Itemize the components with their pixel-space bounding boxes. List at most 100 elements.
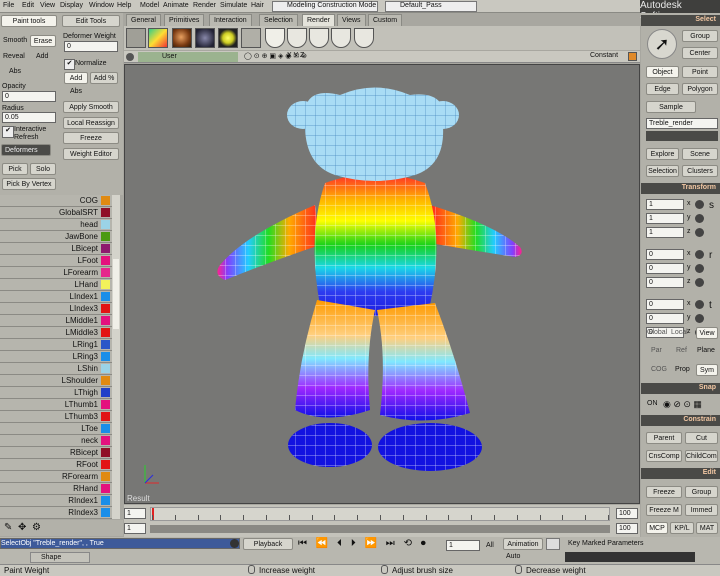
abs-label[interactable]: Abs [9,68,21,75]
transform-lock-icon[interactable] [695,278,704,287]
solo-button[interactable]: Solo [30,163,56,175]
deformer-list-item[interactable]: COG [0,195,120,207]
transform-axis-label[interactable]: z [687,278,691,285]
transform-value-field[interactable]: 1 [646,199,684,210]
deformer-list-item[interactable]: RBicept [0,447,120,459]
deformer-color-swatch[interactable] [101,376,110,385]
deformer-list-item[interactable]: RForearm [0,471,120,483]
render-region-icon[interactable] [126,28,146,48]
paint-tools-tab[interactable]: Paint tools [1,15,57,27]
prop-toggle[interactable]: Prop [675,366,690,373]
clusters-button[interactable]: Clusters [682,165,718,177]
transform-value-field[interactable]: 0 [646,263,684,274]
shader-4-icon[interactable] [331,28,351,48]
scene-button[interactable]: Scene [682,148,718,160]
transform-axis-label[interactable]: y [687,214,691,221]
deformer-color-swatch[interactable] [101,460,110,469]
animation-button[interactable]: Animation [503,538,543,550]
command-line[interactable]: SelectObj "Treble_render", , True [0,538,240,549]
snap-on-toggle[interactable]: ON [647,400,658,407]
tab-views[interactable]: Views [337,14,366,26]
tab-custom[interactable]: Custom [368,14,403,26]
group-button[interactable]: Group [682,30,718,42]
edge-button[interactable]: Edge [646,83,679,95]
deformer-list-item[interactable]: JawBone [0,231,120,243]
deformer-color-swatch[interactable] [101,292,110,301]
parent-button[interactable]: Parent [646,432,682,444]
deformer-list-item[interactable]: LMiddle1 [0,315,120,327]
render-tree-icon[interactable] [195,28,215,48]
light-icon[interactable] [218,28,238,48]
menu-edit[interactable]: Edit [22,2,34,9]
transform-axis-label[interactable]: x [687,200,691,207]
selection-button[interactable]: Selection [646,165,679,177]
erase-button[interactable]: Erase [30,35,56,47]
object-button[interactable]: Object [646,66,679,78]
deformer-list-item[interactable]: RHand [0,483,120,495]
cnscomp-button[interactable]: CnsComp [646,450,682,462]
deformer-list-item[interactable]: LShoulder [0,375,120,387]
key-icon[interactable] [546,538,560,550]
transform-lock-icon[interactable] [695,250,704,259]
local-toggle[interactable]: Local [671,329,688,336]
keyable-field[interactable] [565,552,695,562]
selected-object-field[interactable]: Treble_render [646,118,718,129]
transform-lock-icon[interactable] [695,228,704,237]
deformer-list-item[interactable]: LFoot [0,255,120,267]
menu-hair[interactable]: Hair [251,2,264,9]
transform-value-field[interactable]: 0 [646,277,684,288]
deformer-list-item[interactable]: LMiddle3 [0,327,120,339]
transform-lock-icon[interactable] [695,314,704,323]
camera-selector[interactable]: User [138,52,238,62]
deformer-color-swatch[interactable] [101,244,110,253]
cut-button[interactable]: Cut [685,432,718,444]
shader-1-icon[interactable] [265,28,285,48]
deformer-color-swatch[interactable] [101,424,110,433]
command-history-icon[interactable] [230,539,239,548]
deformer-list-item[interactable]: LShin [0,363,120,375]
deformer-list-item[interactable]: LBicept [0,243,120,255]
transport-controls[interactable]: ⏮ ⏪ ⏴ ⏵ ⏩ ⏭ ⟲ ⏺ [298,538,429,549]
range-start-field[interactable]: 1 [124,523,146,534]
deformer-list-item[interactable]: LThumb1 [0,399,120,411]
add-percent-button[interactable]: Add % [90,72,118,84]
deformer-color-swatch[interactable] [101,220,110,229]
transform-value-field[interactable]: 0 [646,313,684,324]
deformer-color-swatch[interactable] [101,340,110,349]
paint-brush-icon[interactable]: ✎ [4,522,12,533]
cog-toggle[interactable]: COG [651,366,667,373]
shading-mode[interactable]: Constant [590,52,618,59]
add-label[interactable]: Add [36,53,48,60]
transform-mode-label[interactable]: r [709,250,712,261]
transform-lock-icon[interactable] [695,214,704,223]
range-end-field[interactable]: 100 [616,523,638,534]
menu-animate[interactable]: Animate [163,2,189,9]
deformer-color-swatch[interactable] [101,400,110,409]
mat-tab[interactable]: MAT [696,522,718,534]
deformer-list-item[interactable]: LThumb3 [0,411,120,423]
deformer-weight-field[interactable]: 0 [64,41,118,52]
shape-manager-tab[interactable]: Shape Manager [30,552,90,571]
deformer-color-swatch[interactable] [101,364,110,373]
sym-toggle[interactable]: Sym [696,364,718,376]
deformer-color-swatch[interactable] [101,484,110,493]
fx-icon[interactable] [241,28,261,48]
transform-value-field[interactable]: 0 [646,249,684,260]
transform-axis-label[interactable]: y [687,314,691,321]
menu-display[interactable]: Display [60,2,83,9]
sample-button[interactable]: Sample [646,101,696,113]
menu-simulate[interactable]: Simulate [220,2,247,9]
center-button[interactable]: Center [682,47,718,59]
tab-render[interactable]: Render [302,14,335,26]
ref-toggle[interactable]: Ref [676,347,687,354]
deformer-color-swatch[interactable] [101,268,110,277]
menu-window[interactable]: Window [89,2,114,9]
opacity-field[interactable]: 0 [2,91,56,102]
freeze-button[interactable]: Freeze [63,132,119,144]
deformer-list-item[interactable]: LToe [0,423,120,435]
deformer-color-swatch[interactable] [101,388,110,397]
global-toggle[interactable]: Global [647,329,667,336]
interactive-refresh-checkbox[interactable]: ✔ [2,126,14,138]
view-toggle[interactable]: View [696,327,718,339]
key-marked-parameters[interactable]: Key Marked Parameters [568,540,643,547]
